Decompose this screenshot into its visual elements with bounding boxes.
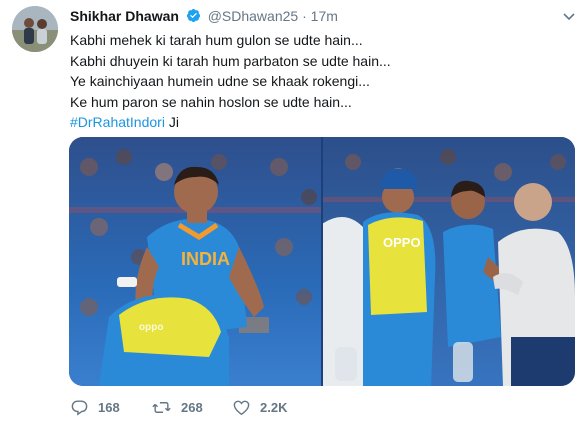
verified-badge-icon xyxy=(186,8,201,26)
jersey-text-right: OPPO xyxy=(383,235,421,250)
timestamp[interactable]: 17m xyxy=(311,8,338,24)
separator: · xyxy=(302,8,307,24)
hashtag-link[interactable]: #DrRahatIndori xyxy=(70,114,165,130)
jersey-text-left-back: oppo xyxy=(139,322,163,333)
tweet-line-hashtag: #DrRahatIndori Ji xyxy=(70,112,575,133)
handle[interactable]: @SDhawan25 xyxy=(208,8,299,24)
photo-right[interactable]: OPPO xyxy=(323,137,575,386)
reply-count: 168 xyxy=(98,400,120,415)
tweet-card[interactable]: Shikhar Dhawan @SDhawan25 · 17m Kabhi me… xyxy=(0,0,587,427)
tweet-text: Kabhi mehek ki tarah hum gulon se udte h… xyxy=(70,30,575,133)
jersey-text-left: INDIA xyxy=(181,249,230,269)
photo-left[interactable]: INDIA oppo xyxy=(69,137,321,386)
tweet-line: Ye kainchiyaan humein udne se khaak roke… xyxy=(70,73,370,90)
author-name[interactable]: Shikhar Dhawan xyxy=(70,8,179,24)
retweet-count: 268 xyxy=(181,400,203,415)
hashtag-suffix: Ji xyxy=(164,114,179,131)
retweet-action[interactable]: 268 xyxy=(151,398,203,417)
like-action[interactable]: 2.2K xyxy=(232,398,287,417)
like-count: 2.2K xyxy=(260,400,288,415)
tweet-header: Shikhar Dhawan @SDhawan25 · 17m xyxy=(70,8,338,26)
retweet-icon xyxy=(152,402,171,413)
tweet-line: Kabhi dhuyein ki tarah hum parbaton se u… xyxy=(70,52,391,69)
chevron-down-icon[interactable] xyxy=(561,8,577,24)
reply-action[interactable]: 168 xyxy=(70,398,120,417)
like-icon xyxy=(233,400,250,416)
media-grid: INDIA oppo OPPO xyxy=(69,137,575,386)
tweet-line: Kabhi mehek ki tarah hum gulon se udte h… xyxy=(70,32,363,48)
reply-icon xyxy=(71,400,88,416)
avatar-photo xyxy=(12,6,58,52)
avatar[interactable] xyxy=(12,6,58,52)
tweet-line: Ke hum paron se nahin hoslon se udte hai… xyxy=(70,93,352,110)
